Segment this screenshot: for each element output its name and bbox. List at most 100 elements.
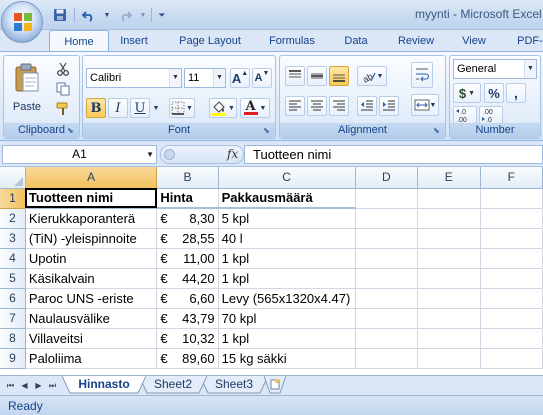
insert-function-button[interactable]: fx <box>227 147 238 161</box>
cell-a1[interactable]: Tuotteen nimi <box>25 188 158 209</box>
cell-c2[interactable]: 5 kpl <box>218 208 356 229</box>
row-header[interactable]: 8 <box>0 328 26 349</box>
chevron-down-icon[interactable]: ▼ <box>151 98 161 118</box>
cell-a6[interactable]: Paroc UNS -eriste <box>25 288 158 309</box>
row-header[interactable]: 3 <box>0 228 26 249</box>
cell[interactable] <box>355 248 419 269</box>
clipboard-launcher-icon[interactable]: ⬊ <box>67 126 77 136</box>
chevron-down-icon[interactable]: ▼ <box>146 146 154 163</box>
increase-decimal-button[interactable]: .0.00 <box>453 106 477 124</box>
cell-b7[interactable]: €43,79 <box>156 308 219 329</box>
cell[interactable] <box>417 328 481 349</box>
row-header[interactable]: 2 <box>0 208 26 229</box>
format-painter-icon[interactable] <box>54 100 72 118</box>
column-header-c[interactable]: C <box>218 167 356 189</box>
column-header-e[interactable]: E <box>417 167 481 189</box>
orientation-button[interactable]: ab ▼ <box>357 66 387 86</box>
italic-button[interactable]: I <box>108 98 128 118</box>
cell-a5[interactable]: Käsikalvain <box>25 268 158 289</box>
last-sheet-icon[interactable]: ⏭ <box>46 379 59 392</box>
cell-b6[interactable]: €6,60 <box>156 288 219 309</box>
align-bottom-button[interactable] <box>329 66 349 86</box>
column-header-b[interactable]: B <box>156 167 219 189</box>
font-name-combo[interactable]: Calibri ▼ <box>86 68 182 88</box>
cell-c9[interactable]: 15 kg säkki <box>218 348 356 369</box>
cell-b5[interactable]: €44,20 <box>156 268 219 289</box>
row-header[interactable]: 6 <box>0 288 26 309</box>
bold-button[interactable]: B <box>86 98 106 118</box>
cell[interactable] <box>355 348 419 369</box>
chevron-down-icon[interactable]: ▼ <box>213 69 225 87</box>
cell-b2[interactable]: €8,30 <box>156 208 219 229</box>
tab-home[interactable]: Home <box>49 30 109 52</box>
font-launcher-icon[interactable]: ⬊ <box>263 126 273 136</box>
undo-icon[interactable] <box>79 6 99 24</box>
grow-font-button[interactable]: A ▲ <box>230 68 250 88</box>
cell-b3[interactable]: €28,55 <box>156 228 219 249</box>
align-top-button[interactable] <box>285 66 305 86</box>
save-icon[interactable] <box>50 6 70 24</box>
decrease-indent-button[interactable] <box>357 96 377 116</box>
cell[interactable] <box>355 308 419 329</box>
cell[interactable] <box>417 268 481 289</box>
tab-insert[interactable]: Insert <box>113 30 155 52</box>
row-header[interactable]: 9 <box>0 348 26 369</box>
row-header[interactable]: 5 <box>0 268 26 289</box>
cell-a2[interactable]: Kierukkaporanterä <box>25 208 158 229</box>
redo-dropdown-icon[interactable]: ▼ <box>139 6 147 24</box>
cell-b4[interactable]: €11,00 <box>156 248 219 269</box>
tab-page-layout[interactable]: Page Layout <box>170 30 250 52</box>
cell[interactable] <box>480 248 543 269</box>
row-header[interactable]: 4 <box>0 248 26 269</box>
cell-c1[interactable]: Pakkausmäärä <box>218 188 356 209</box>
customize-icon[interactable]: ⏷ <box>156 6 168 24</box>
decrease-decimal-button[interactable]: .00.0 <box>479 106 503 124</box>
tab-data[interactable]: Data <box>336 30 376 52</box>
cell[interactable] <box>417 188 481 209</box>
redo-icon[interactable] <box>115 6 135 24</box>
cell[interactable] <box>480 208 543 229</box>
cell[interactable] <box>355 188 419 209</box>
cell[interactable] <box>480 308 543 329</box>
cell[interactable] <box>480 288 543 309</box>
select-all-button[interactable] <box>0 167 26 189</box>
font-color-button[interactable]: A ▼ <box>240 98 270 118</box>
percent-button[interactable]: % <box>484 83 504 103</box>
tab-pdf[interactable]: PDF- <box>510 30 543 52</box>
align-center-button[interactable] <box>307 96 327 116</box>
undo-dropdown-icon[interactable]: ▼ <box>103 6 111 24</box>
align-left-button[interactable] <box>285 96 305 116</box>
office-button[interactable] <box>1 1 43 43</box>
font-size-combo[interactable]: 11 ▼ <box>184 68 226 88</box>
first-sheet-icon[interactable]: ⏮ <box>4 379 17 392</box>
cell[interactable] <box>355 208 419 229</box>
align-middle-button[interactable] <box>307 66 327 86</box>
cell-c7[interactable]: 70 kpl <box>218 308 356 329</box>
merge-center-button[interactable]: ▼ <box>411 94 439 116</box>
cell-b1[interactable]: Hinta <box>156 188 219 209</box>
cell-a3[interactable]: (TiN) -yleispinnoite <box>25 228 158 249</box>
row-header[interactable]: 1 <box>0 188 26 209</box>
insert-sheet-button[interactable] <box>264 376 286 394</box>
paste-button[interactable]: Paste <box>8 59 46 117</box>
row-header[interactable]: 7 <box>0 308 26 329</box>
underline-button[interactable]: U <box>130 98 150 118</box>
borders-button[interactable]: ▼ <box>169 98 195 118</box>
column-header-a[interactable]: A <box>25 167 158 189</box>
expand-handle-icon[interactable] <box>164 149 175 160</box>
column-header-d[interactable]: D <box>355 167 419 189</box>
cell-a8[interactable]: Villaveitsi <box>25 328 158 349</box>
tab-formulas[interactable]: Formulas <box>262 30 322 52</box>
cell[interactable] <box>417 208 481 229</box>
sheet-tab-hinnasto[interactable]: Hinnasto <box>62 376 146 394</box>
cell[interactable] <box>480 188 543 209</box>
cell[interactable] <box>417 308 481 329</box>
chevron-down-icon[interactable]: ▼ <box>524 60 536 78</box>
cell[interactable] <box>355 328 419 349</box>
wrap-text-button[interactable] <box>411 62 433 88</box>
cell[interactable] <box>480 348 543 369</box>
cell-a4[interactable]: Upotin <box>25 248 158 269</box>
number-format-combo[interactable]: General ▼ <box>453 59 537 79</box>
cell[interactable] <box>480 328 543 349</box>
cell-c4[interactable]: 1 kpl <box>218 248 356 269</box>
